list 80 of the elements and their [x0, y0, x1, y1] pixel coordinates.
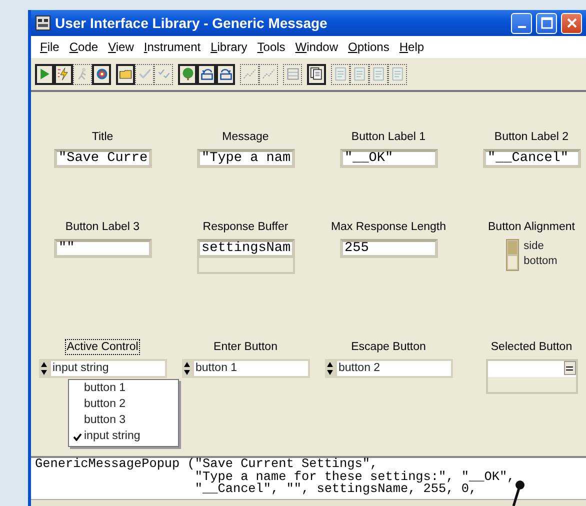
menu-item[interactable]: Code	[64, 38, 104, 56]
window-title: User Interface Library - Generic Message	[55, 14, 328, 33]
document-icon	[390, 67, 404, 81]
pages-icon	[310, 67, 324, 81]
menu-item[interactable]: Library	[206, 38, 252, 56]
close-button[interactable]	[561, 12, 582, 34]
menu-item[interactable]: View	[103, 38, 139, 56]
field-label: Title	[90, 130, 114, 144]
menu-item[interactable]: Instrument	[138, 38, 206, 56]
folder-icon	[118, 67, 132, 81]
minimize-button[interactable]	[511, 12, 532, 34]
toolbar-button[interactable]	[197, 64, 216, 84]
undo-icon	[200, 67, 214, 81]
tree-icon	[180, 67, 194, 81]
menu-item[interactable]: Window	[290, 38, 343, 56]
text-field[interactable]: settingsNam	[196, 239, 294, 258]
menu-option[interactable]: button 2	[69, 397, 178, 413]
maximize-button[interactable]	[536, 12, 557, 34]
text-field[interactable]: "__OK"	[340, 149, 438, 168]
toolbar-button[interactable]	[178, 64, 197, 84]
target-icon	[94, 67, 108, 81]
checkmark-icon	[73, 432, 82, 441]
document-icon	[352, 67, 366, 81]
spinner-button[interactable]	[182, 359, 192, 378]
table-icon	[286, 67, 300, 81]
checkmark-icon	[138, 67, 152, 81]
text-field[interactable]: "Type a nam	[196, 149, 294, 168]
field-label: Response Buffer	[202, 220, 290, 234]
field-label: Max Response Length	[330, 220, 448, 234]
toolbar-button[interactable]	[35, 64, 54, 84]
text-field[interactable]: "Save Curre	[54, 149, 152, 168]
spinner-button[interactable]	[324, 359, 334, 378]
code-line: GenericMessagePopup ("Save Current Settings",	[34, 458, 378, 470]
menu-item[interactable]: Tools	[252, 38, 290, 56]
field-label: Enter Button	[212, 340, 278, 354]
field-label: Escape Button	[350, 340, 427, 354]
chart-icon	[262, 67, 276, 81]
code-line: "__Cancel", "", settingsName, 255, 0,	[194, 483, 477, 496]
document-icon	[334, 67, 348, 81]
chart-icon	[242, 67, 256, 81]
text-field[interactable]: "__Cancel"	[482, 149, 580, 168]
field-label: Button Label 3	[64, 220, 141, 234]
spinner-button[interactable]	[38, 359, 48, 378]
minimize-icon	[518, 26, 526, 28]
toolbar-button[interactable]	[54, 64, 73, 84]
text-field[interactable]: 255	[340, 239, 438, 258]
toolbar-button[interactable]	[216, 64, 235, 84]
field-label: Active Control	[66, 340, 140, 354]
toolbar-button[interactable]	[92, 64, 111, 84]
option-label: bottom	[524, 254, 558, 269]
ring-field[interactable]: button 1	[192, 359, 310, 378]
document-icon	[372, 67, 386, 81]
field-label: Message	[221, 130, 270, 144]
redo-icon	[218, 67, 232, 81]
field-label: Button Alignment	[487, 220, 576, 234]
menu-option[interactable]: button 3	[69, 413, 178, 429]
field-label: Button Label 2	[493, 130, 570, 144]
menu-item[interactable]: File	[35, 38, 64, 56]
menu-item[interactable]: Options	[342, 38, 394, 56]
ring-field[interactable]: button 2	[334, 359, 452, 378]
lightning-icon	[56, 67, 70, 81]
close-icon	[566, 18, 576, 28]
menu-item[interactable]: Help	[394, 38, 430, 56]
checklist-icon	[156, 67, 170, 81]
play-icon	[38, 67, 52, 81]
toolbar-button[interactable]	[116, 64, 135, 84]
field-label: Selected Button	[490, 340, 574, 354]
dropdown-button[interactable]	[564, 361, 576, 375]
code-line: "Type a name for these settings:", "__OK",	[194, 470, 516, 483]
option-label: side	[524, 239, 545, 254]
toolbar-button[interactable]	[307, 64, 326, 84]
app-icon	[35, 15, 51, 31]
menu-option[interactable]: button 1	[69, 381, 178, 397]
ring-field[interactable]: input string	[48, 359, 166, 378]
menu-icon	[566, 366, 573, 372]
text-field[interactable]: ""	[54, 239, 152, 258]
menu-option[interactable]: input string	[69, 429, 178, 445]
field-label: Button Label 1	[350, 130, 427, 144]
horizontal-scrollbar[interactable]	[31, 499, 586, 506]
maximize-icon	[540, 17, 552, 29]
